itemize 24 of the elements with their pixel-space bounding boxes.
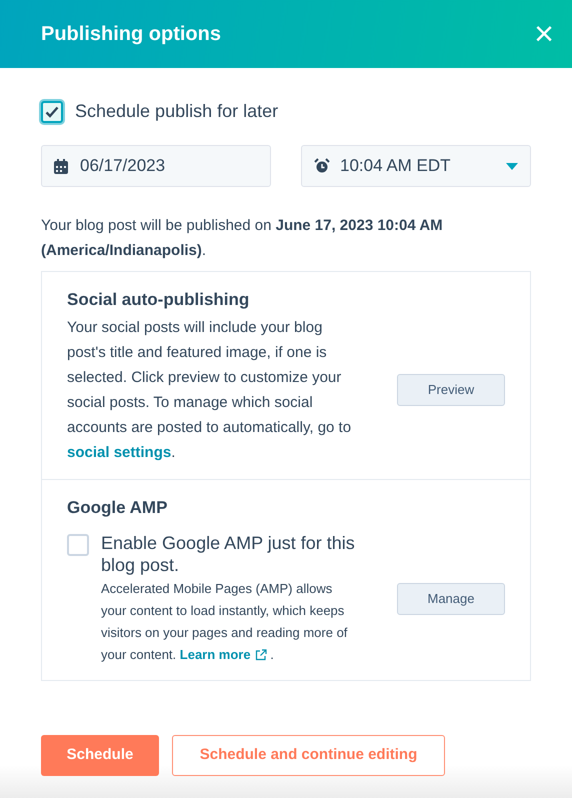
preview-button[interactable]: Preview [397, 374, 505, 406]
checkbox-label: Schedule publish for later [75, 100, 278, 123]
external-link-icon [254, 649, 267, 661]
close-button[interactable]: × [534, 17, 554, 51]
time-select[interactable]: 10:04 AM EDT [301, 145, 531, 187]
checkbox-label: Enable Google AMP just for this blog post. [101, 532, 356, 576]
schedule-button[interactable]: Schedule [41, 735, 159, 776]
publish-notice: Your blog post will be published on June 17, 2023 10:04 AM (America/Indianapolis). [41, 216, 444, 261]
section-description: Accelerated Mobile Pages (AMP) allows your content to load instantly, which keeps visitors on your pages and reading more of your content. Learn more . [101, 578, 357, 666]
manage-button[interactable]: Manage [397, 583, 505, 615]
section-title: Google AMP [67, 497, 168, 519]
text-link[interactable]: social settings [67, 440, 172, 465]
schedule-continue-button[interactable]: Schedule and continue editing [172, 735, 445, 776]
alarm-clock-icon [314, 158, 330, 174]
date-field[interactable]: 06/17/2023 [41, 145, 271, 187]
dialog-title: Publishing options [41, 22, 221, 47]
section-description: Your social posts will include your blog post's title and featured image, if one is selected. Click preview to customize your social posts. To manage which social accounts are posted to automatically, go to social settings. [67, 315, 357, 465]
section-title: Social auto-publishing [67, 289, 250, 311]
checkbox[interactable] [41, 100, 63, 122]
text-link[interactable]: Learn more [180, 644, 267, 666]
caret-down-icon [506, 162, 518, 170]
checkbox[interactable] [67, 534, 89, 556]
calendar-icon [54, 158, 68, 174]
checkmark-icon [45, 106, 59, 118]
